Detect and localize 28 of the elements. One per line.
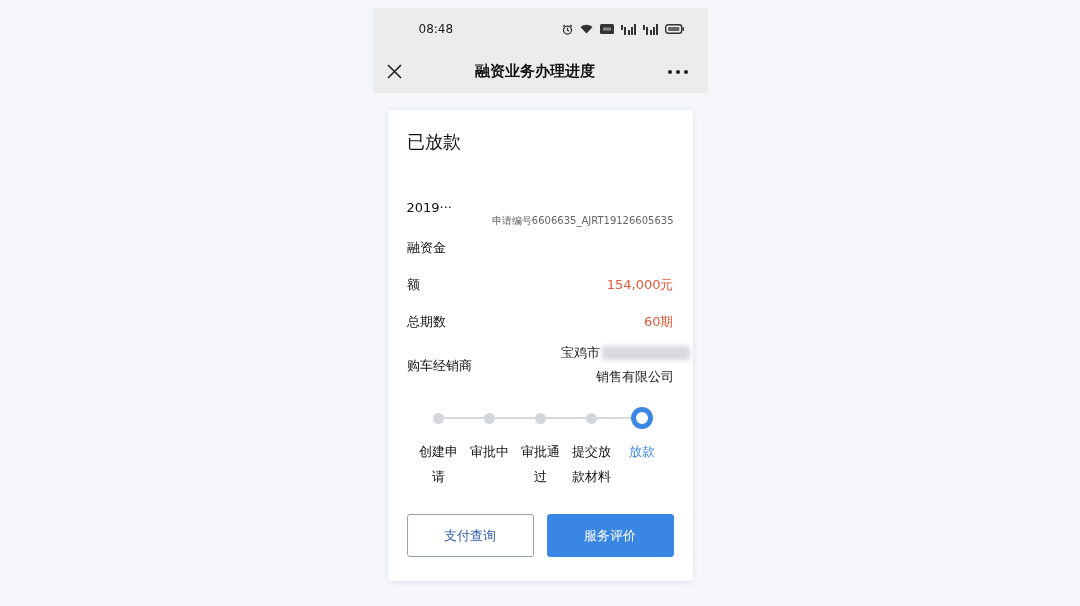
battery-icon <box>664 24 684 34</box>
service-review-button[interactable]: 服务评价 <box>546 514 674 557</box>
payment-query-button[interactable]: 支付查询 <box>406 514 534 557</box>
field-value: 销售有限公司 <box>595 368 674 386</box>
alarm-clock-icon <box>561 23 573 35</box>
step-label: 审批中 <box>469 443 509 461</box>
box-icon <box>599 24 614 34</box>
field-label: 购车经销商 <box>406 356 472 375</box>
more-icon <box>667 69 688 74</box>
wifi-icon <box>579 24 593 34</box>
field-value: 宝鸡市 <box>560 344 600 362</box>
step-label: 审批通过 <box>520 443 560 486</box>
field-label: 总期数 <box>406 313 446 331</box>
date-label: 2019··· <box>406 199 452 217</box>
page-title: 融资业务办理进度 <box>475 61 595 83</box>
status-title: 已放款 <box>406 130 462 154</box>
status-time: 08:48 <box>418 21 454 38</box>
step-label: 提交放款材料 <box>571 443 611 486</box>
step-label: 放款 <box>628 443 656 461</box>
close-button[interactable] <box>386 63 403 80</box>
signal-icon <box>620 23 636 35</box>
step-label: 创建申请 <box>418 443 458 486</box>
field-label: 融资金额 <box>406 239 446 294</box>
signal-icon <box>642 23 658 35</box>
field-value: 60期 <box>643 313 674 331</box>
close-icon <box>387 64 402 79</box>
application-number: 申请编号6606635_AJRT19126605635 <box>491 214 674 229</box>
field-value: 154,000元 <box>606 276 674 294</box>
